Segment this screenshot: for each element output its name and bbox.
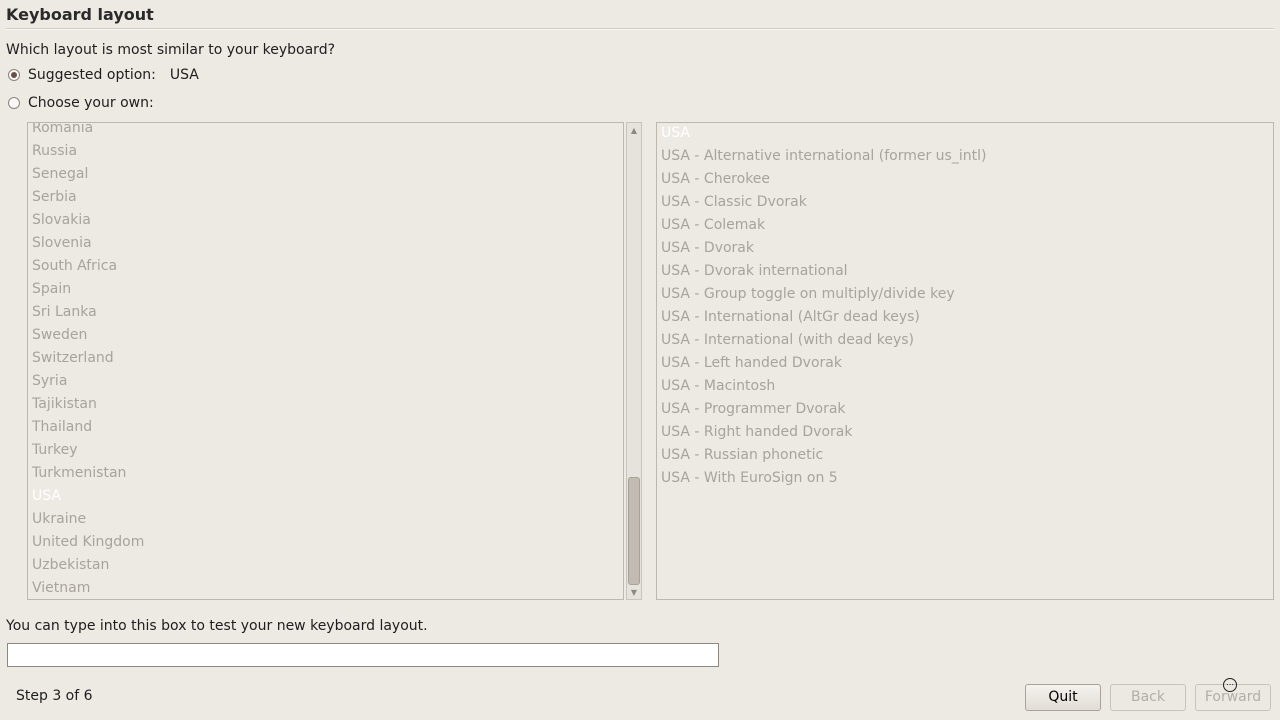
variant-list-item[interactable]: USA - Dvorak — [661, 237, 754, 260]
country-list-item[interactable]: Switzerland — [32, 347, 114, 370]
variant-list-item[interactable]: USA - Cherokee — [661, 168, 770, 191]
variant-list-item[interactable]: USA - Macintosh — [661, 375, 775, 398]
variant-list-item[interactable]: USA - International (AltGr dead keys) — [661, 306, 920, 329]
chevron-up-icon[interactable]: ▲ — [627, 123, 641, 137]
country-list-item[interactable]: Sweden — [32, 324, 87, 347]
variant-list[interactable]: USA USA - Alternative international (form… — [656, 122, 1274, 600]
variant-list-item[interactable]: USA - Programmer Dvorak — [661, 398, 846, 421]
layout-question: Which layout is most similar to your key… — [6, 42, 336, 58]
country-list-item[interactable]: South Africa — [32, 255, 117, 278]
radio-checked-icon — [8, 69, 20, 81]
suggested-option-radio[interactable]: Suggested option: USA — [8, 67, 199, 83]
busy-cursor-icon: ⋯ — [1223, 678, 1237, 692]
country-list-item[interactable]: Tajikistan — [32, 393, 97, 416]
variant-list-item[interactable]: USA - Right handed Dvorak — [661, 421, 852, 444]
variant-list-item[interactable]: USA - Left handed Dvorak — [661, 352, 842, 375]
country-list-item[interactable]: Serbia — [32, 186, 77, 209]
radio-unchecked-icon — [8, 97, 20, 109]
page-title: Keyboard layout — [6, 5, 154, 24]
title-separator — [6, 28, 1274, 30]
suggested-option-value: USA — [169, 67, 199, 83]
country-list[interactable]: Romania Russia Senegal Serbia Slovakia Sloven… — [27, 122, 624, 600]
back-button[interactable]: Back — [1110, 684, 1186, 711]
variant-list-item[interactable]: USA - International (with dead keys) — [661, 329, 914, 352]
country-list-item[interactable]: Slovakia — [32, 209, 91, 232]
country-list-item[interactable]: Romania — [32, 123, 93, 140]
country-list-scrollbar[interactable]: ▲ ▼ — [626, 122, 642, 600]
country-list-item[interactable]: Senegal — [32, 163, 88, 186]
country-list-item[interactable]: United Kingdom — [32, 531, 144, 554]
country-list-item[interactable]: Slovenia — [32, 232, 92, 255]
step-indicator: Step 3 of 6 — [16, 688, 93, 704]
variant-list-item[interactable]: USA - Dvorak international — [661, 260, 848, 283]
quit-button[interactable]: Quit — [1025, 684, 1101, 711]
variant-list-item[interactable]: USA - Alternative international (former … — [661, 145, 986, 168]
country-list-item[interactable]: Turkmenistan — [32, 462, 126, 485]
country-list-item[interactable]: Uzbekistan — [32, 554, 109, 577]
country-list-item[interactable]: Ukraine — [32, 508, 86, 531]
country-list-item[interactable]: Vietnam — [32, 577, 90, 599]
variant-list-item[interactable]: USA - Group toggle on multiply/divide ke… — [661, 283, 955, 306]
choose-own-radio[interactable]: Choose your own: — [8, 95, 154, 111]
country-list-item[interactable]: Russia — [32, 140, 77, 163]
suggested-option-label: Suggested option: — [28, 67, 156, 83]
test-box-label: You can type into this box to test your … — [6, 618, 428, 634]
country-list-item[interactable]: Turkey — [32, 439, 78, 462]
variant-list-item[interactable]: USA - Colemak — [661, 214, 765, 237]
choose-own-label: Choose your own: — [28, 95, 154, 111]
variant-list-item[interactable]: USA - With EuroSign on 5 — [661, 467, 838, 490]
scroll-thumb[interactable] — [628, 477, 640, 585]
country-list-item[interactable]: Thailand — [32, 416, 92, 439]
country-list-item[interactable]: Sri Lanka — [32, 301, 97, 324]
variant-list-item[interactable]: USA — [661, 123, 690, 145]
chevron-down-icon[interactable]: ▼ — [627, 585, 641, 599]
variant-list-item[interactable]: USA - Russian phonetic — [661, 444, 823, 467]
test-input[interactable] — [7, 643, 719, 667]
country-list-item[interactable]: Spain — [32, 278, 71, 301]
country-list-item[interactable]: Syria — [32, 370, 67, 393]
variant-list-item[interactable]: USA - Classic Dvorak — [661, 191, 807, 214]
country-list-item[interactable]: USA — [32, 485, 61, 508]
